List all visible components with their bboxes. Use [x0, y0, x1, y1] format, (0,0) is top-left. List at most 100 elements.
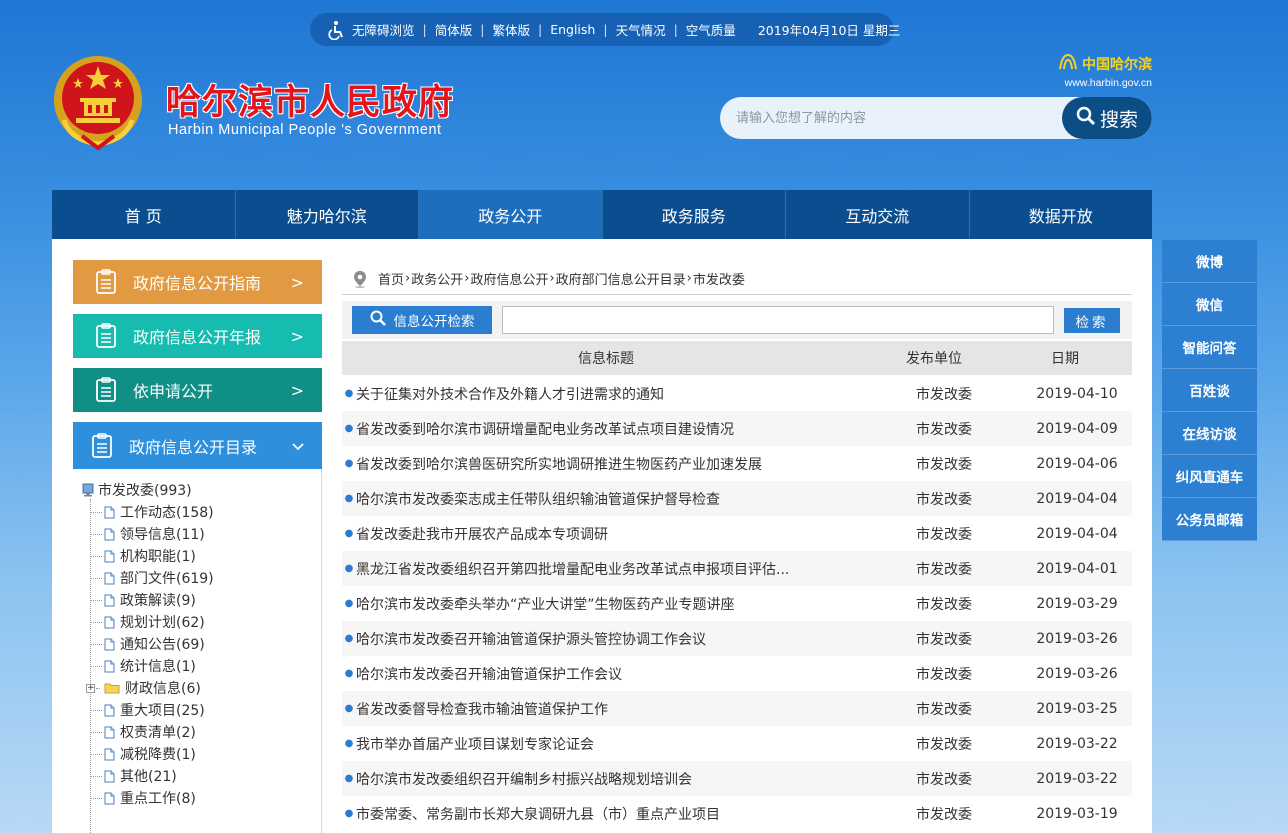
row-title-link[interactable]: 哈尔滨市发改委栾志成主任带队组织输油管道保护督导检查 — [356, 489, 916, 509]
float-menu-item[interactable]: 纠风直通车 — [1162, 455, 1257, 498]
sidebar-item-disclosure-guide[interactable]: 政府信息公开指南 > — [73, 260, 322, 304]
chevron-right-icon: > — [290, 326, 304, 346]
search-button-label: 搜索 — [1099, 108, 1138, 131]
row-title-link[interactable]: 我市举办首届产业项目谋划专家论证会 — [356, 734, 916, 754]
sidebar-item-label: 政府信息公开年报 — [133, 328, 262, 347]
table-row: ● 哈尔滨市发改委召开输油管道保护源头管控协调工作会议 市发改委 2019-03-26 — [342, 621, 1132, 656]
info-search-toggle-button[interactable]: 信息公开检索 — [352, 306, 492, 334]
site-search-input[interactable] — [736, 97, 1066, 139]
tree-item[interactable]: 统计信息(1) — [82, 655, 214, 677]
row-title-link[interactable]: 省发改委到哈尔滨兽医研究所实地调研推进生物医药产业加速发展 — [356, 454, 916, 474]
english-link[interactable]: English — [550, 22, 595, 37]
float-menu-item[interactable]: 智能问答 — [1162, 326, 1257, 369]
tree-item-label: 部门文件(619) — [120, 571, 214, 587]
site-search-button[interactable]: 搜索 — [1062, 97, 1152, 139]
expand-plus-icon[interactable]: + — [86, 683, 95, 693]
row-date: 2019-04-04 — [1036, 490, 1118, 507]
row-title-link[interactable]: 哈尔滨市发改委召开输油管道保护源头管控协调工作会议 — [356, 629, 916, 649]
breadcrumb-government-affairs-open[interactable]: 政务公开 — [411, 269, 463, 288]
row-title-link[interactable]: 市委常委、常务副市长郑大泉调研九县（市）重点产业项目 — [356, 804, 916, 824]
breadcrumb-current[interactable]: 市发改委 — [693, 269, 745, 288]
right-float-menu: 微博 微信 智能问答 百姓谈 在线访谈 纠风直通车 公务员邮箱 — [1162, 240, 1257, 541]
bullet-icon: ● — [344, 773, 354, 784]
accessible-browse-link[interactable]: 无障碍浏览 — [352, 20, 415, 39]
tree-item[interactable]: 领导信息(11) — [82, 523, 214, 545]
float-menu-item[interactable]: 公务员邮箱 — [1162, 498, 1257, 541]
national-emblem-logo — [52, 54, 144, 151]
sidebar-item-disclosure-catalog[interactable]: 政府信息公开目录 — [73, 422, 322, 469]
traditional-chinese-link[interactable]: 繁体版 — [492, 20, 530, 39]
nav-item-government-services[interactable]: 政务服务 — [603, 190, 786, 239]
row-unit: 市发改委 — [916, 631, 972, 648]
weather-link[interactable]: 天气情况 — [616, 20, 666, 39]
row-unit: 市发改委 — [916, 701, 972, 718]
breadcrumb-separator: › — [549, 271, 555, 286]
row-title-link[interactable]: 黑龙江省发改委组织召开第四批增量配电业务改革试点申报项目评估... — [356, 559, 916, 579]
row-title-link[interactable]: 关于征集对外技术合作及外籍人才引进需求的通知 — [356, 384, 916, 404]
info-search-bar: 信息公开检索 检索 — [342, 301, 1132, 339]
float-menu-item[interactable]: 在线访谈 — [1162, 412, 1257, 455]
tree-item[interactable]: 部门文件(619) — [82, 567, 214, 589]
chevron-down-icon — [292, 436, 304, 455]
float-menu-item[interactable]: 百姓谈 — [1162, 369, 1257, 412]
table-row: ● 哈尔滨市发改委组织召开编制乡村振兴战略规划培训会 市发改委 2019-03-22 — [342, 761, 1132, 796]
sidebar-item-annual-report[interactable]: 政府信息公开年报 > — [73, 314, 322, 358]
info-list: ● 关于征集对外技术合作及外籍人才引进需求的通知 市发改委 2019-04-10 ● 省发… — [342, 376, 1132, 831]
tree-item[interactable]: 政策解读(9) — [82, 589, 214, 611]
table-row: ● 市委常委、常务副市长郑大泉调研九县（市）重点产业项目 市发改委 2019-03-1… — [342, 796, 1132, 831]
row-unit: 市发改委 — [916, 771, 972, 788]
row-title-link[interactable]: 哈尔滨市发改委召开输油管道保护工作会议 — [356, 664, 916, 684]
tree-item[interactable]: 通知公告(69) — [82, 633, 214, 655]
tree-connector — [96, 687, 100, 689]
tree-connector — [90, 555, 102, 557]
breadcrumb-info-disclosure[interactable]: 政府信息公开 — [470, 269, 548, 288]
separator: | — [537, 22, 543, 37]
float-menu-item[interactable]: 微博 — [1162, 240, 1257, 283]
breadcrumb-separator: › — [464, 271, 470, 286]
row-title-link[interactable]: 省发改委到哈尔滨市调研增量配电业务改革试点项目建设情况 — [356, 419, 916, 439]
tree-item[interactable]: 权责清单(2) — [82, 721, 214, 743]
row-date: 2019-03-29 — [1036, 595, 1118, 612]
float-menu-item[interactable]: 微信 — [1162, 283, 1257, 326]
info-search-input[interactable] — [502, 306, 1054, 334]
row-title-link[interactable]: 省发改委赴我市开展农产品成本专项调研 — [356, 524, 916, 544]
tree-root[interactable]: 市发改委(993) — [82, 479, 214, 501]
page-icon — [104, 748, 115, 760]
tree-item[interactable]: 其他(21) — [82, 765, 214, 787]
bullet-icon: ● — [344, 493, 354, 504]
row-title-link[interactable]: 哈尔滨市发改委组织召开编制乡村振兴战略规划培训会 — [356, 769, 916, 789]
tree-item[interactable]: 重点工作(8) — [82, 787, 214, 809]
nav-item-open-data[interactable]: 数据开放 — [970, 190, 1153, 239]
breadcrumb-home[interactable]: 首页 — [378, 269, 404, 288]
info-search-submit-button[interactable]: 检索 — [1064, 308, 1120, 333]
bullet-icon: ● — [344, 388, 354, 399]
harbin-brand-logo[interactable]: 中国哈尔滨 www.harbin.gov.cn — [1042, 53, 1152, 89]
nav-item-interaction[interactable]: 互动交流 — [786, 190, 970, 239]
table-row: ● 黑龙江省发改委组织召开第四批增量配电业务改革试点申报项目评估... 市发改委 20… — [342, 551, 1132, 586]
sidebar-item-apply-disclosure[interactable]: 依申请公开 > — [73, 368, 322, 412]
breadcrumb-dept-catalog[interactable]: 政府部门信息公开目录 — [556, 269, 686, 288]
row-title-link[interactable]: 哈尔滨市发改委牵头举办“产业大讲堂”生物医药产业专题讲座 — [356, 594, 916, 614]
accessibility-icon[interactable] — [326, 19, 346, 41]
tree-item-label: 领导信息(11) — [120, 527, 205, 543]
row-date: 2019-04-04 — [1036, 525, 1118, 542]
tree-item-label: 重大项目(25) — [120, 703, 205, 719]
nav-item-government-affairs-open[interactable]: 政务公开 — [419, 190, 603, 239]
simplified-chinese-link[interactable]: 简体版 — [435, 20, 473, 39]
table-row: ● 哈尔滨市发改委召开输油管道保护工作会议 市发改委 2019-03-26 — [342, 656, 1132, 691]
tree-item[interactable]: 机构职能(1) — [82, 545, 214, 567]
row-date: 2019-04-09 — [1036, 420, 1118, 437]
nav-item-charm-harbin[interactable]: 魅力哈尔滨 — [236, 190, 419, 239]
nav-item-home[interactable]: 首 页 — [52, 190, 236, 239]
page-icon — [104, 770, 115, 782]
tree-item[interactable]: 规划计划(62) — [82, 611, 214, 633]
page-icon — [104, 660, 115, 672]
air-quality-link[interactable]: 空气质量 — [686, 20, 736, 39]
row-unit: 市发改委 — [916, 421, 972, 438]
tree-item[interactable]: + 财政信息(6) — [82, 677, 214, 699]
tree-item[interactable]: 减税降费(1) — [82, 743, 214, 765]
brand-name-row: 中国哈尔滨 — [1042, 53, 1152, 75]
tree-item[interactable]: 重大项目(25) — [82, 699, 214, 721]
tree-item[interactable]: 工作动态(158) — [82, 501, 214, 523]
row-title-link[interactable]: 省发改委督导检查我市输油管道保护工作 — [356, 699, 916, 719]
